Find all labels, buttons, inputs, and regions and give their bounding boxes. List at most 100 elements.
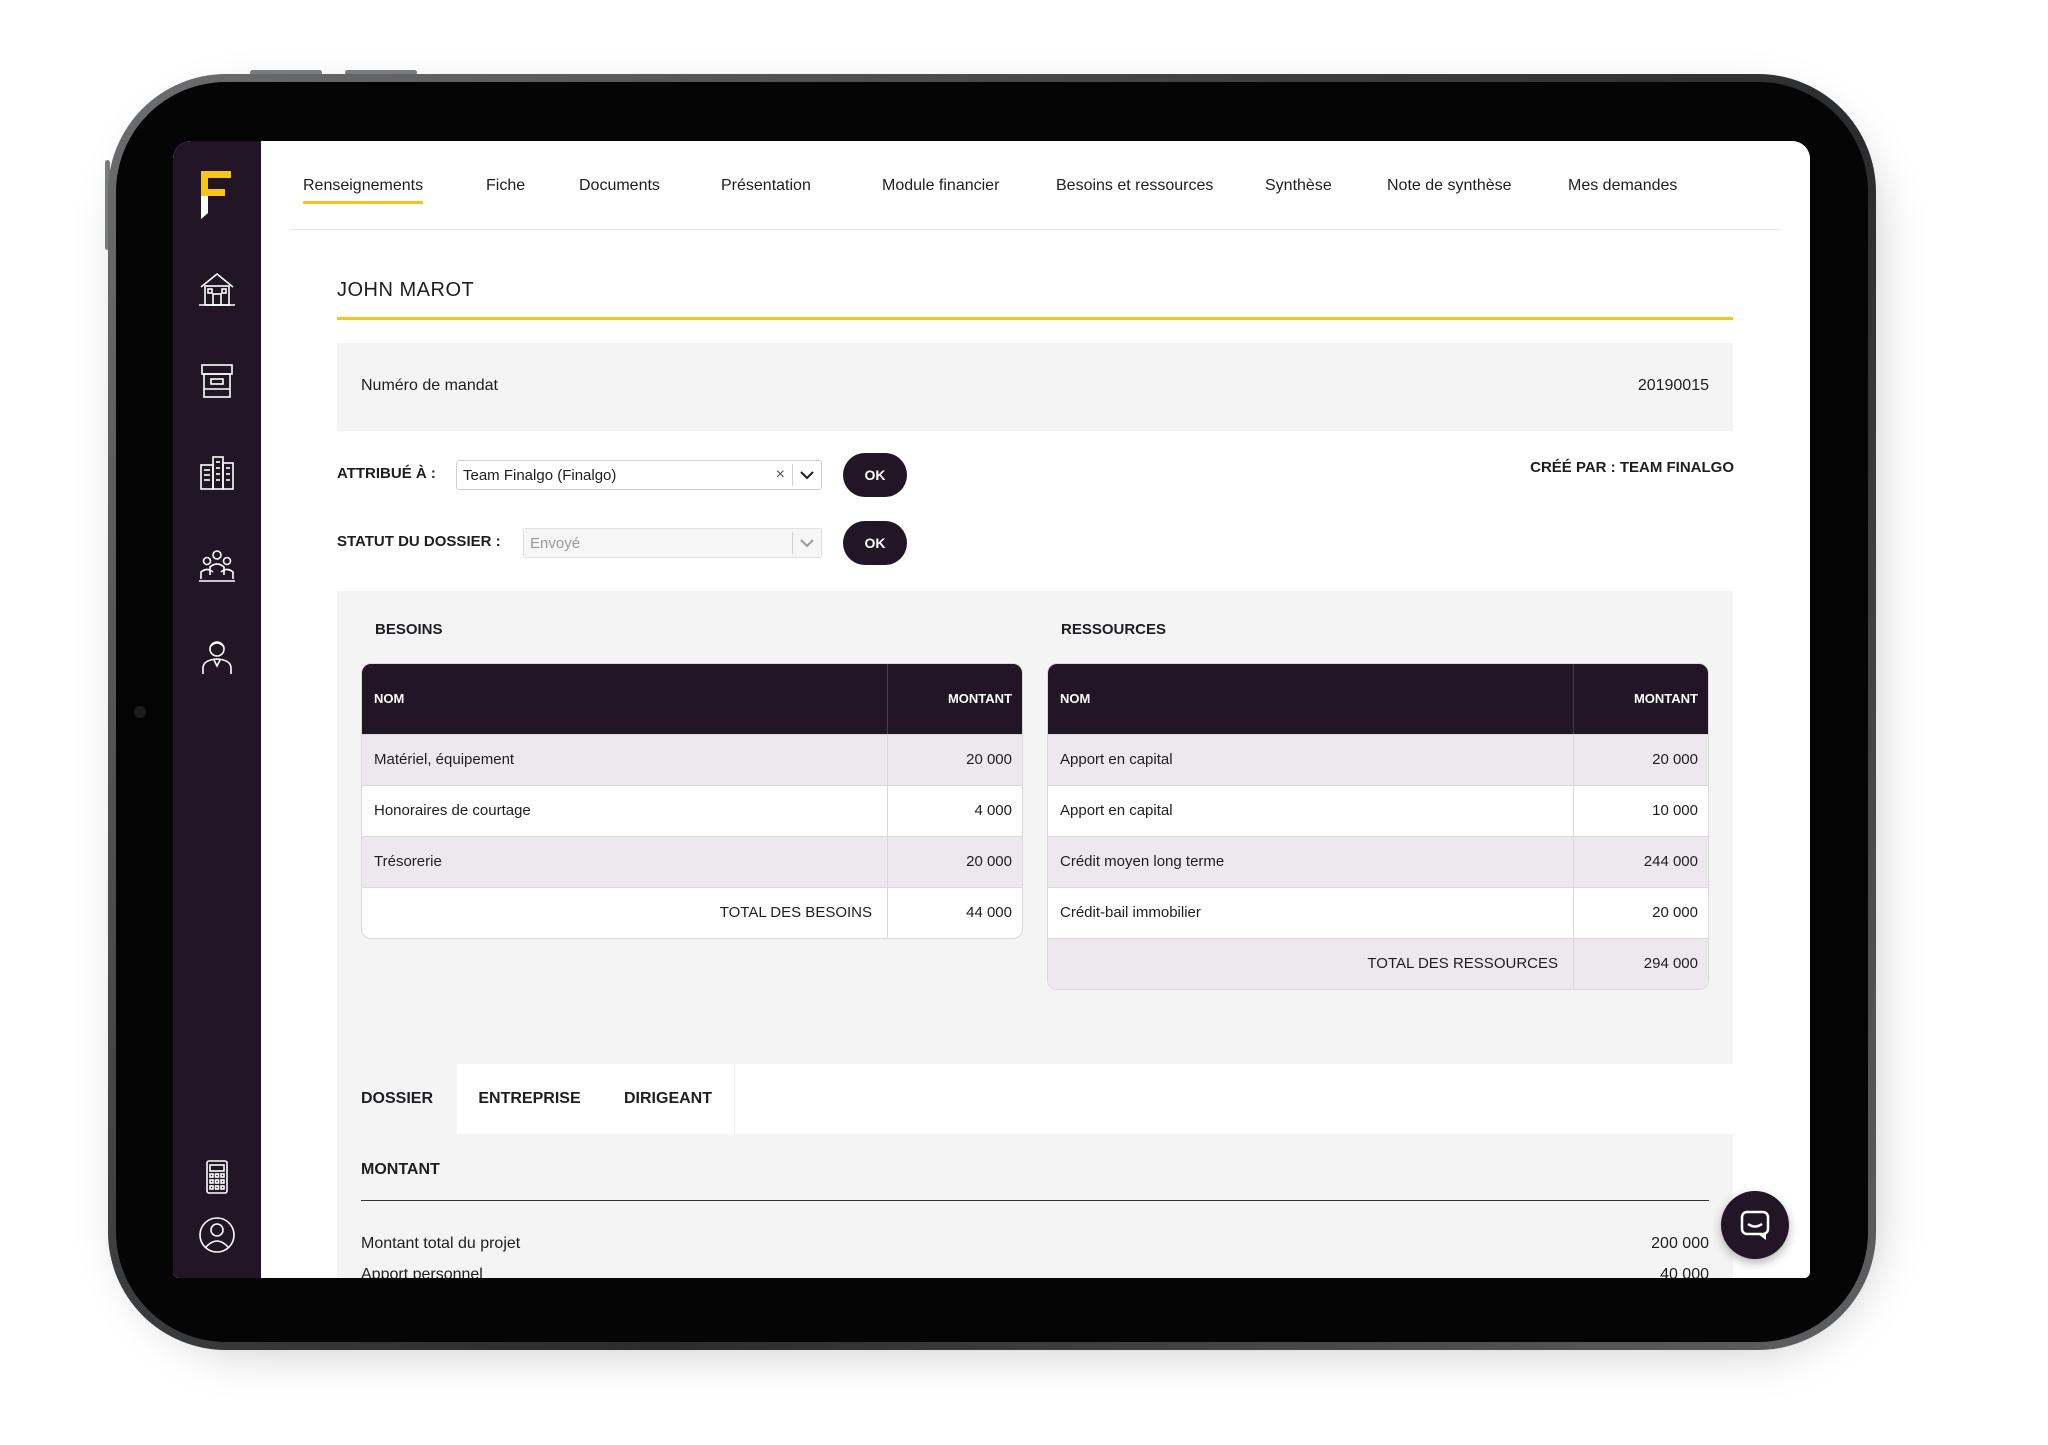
table-row[interactable]: Crédit moyen long terme 244 000	[1048, 836, 1708, 887]
col-nom: NOM	[374, 691, 405, 706]
besoins-title: BESOINS	[375, 621, 443, 638]
tab-dirigeant[interactable]: DIRIGEANT	[602, 1064, 735, 1134]
montant-row-label: Apport personnel	[361, 1266, 483, 1278]
buildings-icon[interactable]	[195, 451, 239, 495]
status-select[interactable]: Envoyé	[523, 528, 822, 558]
tab-module-financier[interactable]: Module financier	[882, 177, 999, 201]
tab-renseignements[interactable]: Renseignements	[303, 177, 424, 204]
detail-tabs: DOSSIER ENTREPRISE DIRIGEANT	[337, 1064, 1733, 1134]
total-value: 294 000	[1643, 955, 1698, 972]
col-separator	[1573, 735, 1574, 785]
assigned-to-label: ATTRIBUÉ À :	[337, 465, 436, 482]
montant-row-value: 200 000	[1651, 1235, 1709, 1252]
table-row[interactable]: Matériel, équipement 20 000	[362, 734, 1022, 785]
title-underline	[337, 317, 1733, 320]
col-separator	[1573, 888, 1574, 938]
col-separator	[887, 888, 888, 938]
table-row[interactable]: Apport en capital 10 000	[1048, 785, 1708, 836]
assigned-to-select[interactable]: Team Finalgo (Finalgo) ×	[456, 460, 822, 490]
montant-heading: MONTANT	[361, 1161, 440, 1178]
table-total-row: TOTAL DES RESSOURCES 294 000	[1048, 938, 1708, 989]
status-ok-button[interactable]: OK	[843, 521, 907, 565]
calculator-icon[interactable]	[195, 1155, 239, 1199]
select-divider	[792, 464, 793, 486]
row-name: Crédit-bail immobilier	[1060, 904, 1201, 921]
tab-dossier[interactable]: DOSSIER	[337, 1064, 457, 1134]
user-account-icon[interactable]	[195, 1213, 239, 1257]
tab-mes-demandes[interactable]: Mes demandes	[1568, 177, 1677, 201]
chevron-down-icon[interactable]	[799, 467, 815, 483]
total-value: 44 000	[966, 904, 1012, 921]
status-placeholder: Envoyé	[530, 535, 581, 552]
assign-ok-button[interactable]: OK	[843, 453, 907, 497]
tab-documents[interactable]: Documents	[579, 177, 660, 201]
row-amount: 244 000	[1643, 853, 1698, 870]
table-header: NOM MONTANT	[362, 664, 1022, 734]
row-name: Apport en capital	[1060, 751, 1173, 768]
col-separator	[1573, 664, 1574, 734]
created-by: CRÉÉ PAR : TEAM FINALGO	[1530, 459, 1734, 476]
table-header: NOM MONTANT	[1048, 664, 1708, 734]
person-icon[interactable]	[195, 635, 239, 679]
table-row[interactable]: Trésorerie 20 000	[362, 836, 1022, 887]
col-separator	[887, 735, 888, 785]
mandat-row: Numéro de mandat 20190015	[337, 343, 1733, 431]
total-label: TOTAL DES RESSOURCES	[1367, 955, 1558, 972]
row-name: Trésorerie	[374, 853, 442, 870]
home-icon[interactable]	[195, 267, 239, 311]
row-name: Honoraires de courtage	[374, 802, 531, 819]
montant-section: MONTANT Montant total du projet 200 000 …	[337, 1134, 1733, 1278]
top-navigation: Renseignements Fiche Documents Présentat…	[291, 141, 1780, 230]
col-separator	[887, 664, 888, 734]
sidebar	[173, 141, 261, 1278]
col-separator	[887, 837, 888, 887]
team-icon[interactable]	[195, 543, 239, 587]
total-label: TOTAL DES BESOINS	[719, 904, 872, 921]
clear-icon[interactable]: ×	[776, 466, 785, 484]
page-title: JOHN MAROT	[337, 279, 475, 301]
section-divider	[361, 1200, 1709, 1201]
row-amount: 20 000	[966, 751, 1012, 768]
col-separator	[1573, 786, 1574, 836]
row-amount: 20 000	[1652, 904, 1698, 921]
main-content: Renseignements Fiche Documents Présentat…	[261, 141, 1810, 1278]
col-separator	[887, 786, 888, 836]
archive-box-icon[interactable]	[195, 359, 239, 403]
montant-row-label: Montant total du projet	[361, 1235, 521, 1252]
status-label: STATUT DU DOSSIER :	[337, 533, 501, 550]
tab-besoins-et-ressources[interactable]: Besoins et ressources	[1056, 177, 1213, 201]
col-nom: NOM	[1060, 691, 1091, 706]
chat-icon	[1740, 1210, 1770, 1240]
row-amount: 10 000	[1652, 802, 1698, 819]
tab-note-de-synthese[interactable]: Note de synthèse	[1387, 177, 1512, 201]
row-amount: 20 000	[1652, 751, 1698, 768]
table-row[interactable]: Honoraires de courtage 4 000	[362, 785, 1022, 836]
tab-fiche[interactable]: Fiche	[486, 177, 525, 201]
table-row[interactable]: Apport en capital 20 000	[1048, 734, 1708, 785]
row-name: Crédit moyen long terme	[1060, 853, 1225, 870]
tab-entreprise[interactable]: ENTREPRISE	[457, 1064, 603, 1134]
mandat-value: 20190015	[1637, 377, 1709, 394]
select-divider	[792, 532, 793, 554]
table-row[interactable]: Crédit-bail immobilier 20 000	[1048, 887, 1708, 938]
ressources-title: RESSOURCES	[1061, 621, 1167, 638]
finalgo-logo-icon[interactable]	[199, 169, 233, 221]
row-amount: 20 000	[966, 853, 1012, 870]
col-montant: MONTANT	[947, 691, 1012, 706]
row-amount: 4 000	[974, 802, 1012, 819]
col-separator	[1573, 939, 1574, 989]
front-camera	[134, 706, 146, 718]
besoins-table: NOM MONTANT Matériel, équipement 20 000 …	[361, 663, 1023, 939]
ressources-table: NOM MONTANT Apport en capital 20 000 App…	[1047, 663, 1709, 990]
tab-synthese[interactable]: Synthèse	[1265, 177, 1332, 201]
besoins-ressources-panel: BESOINS RESSOURCES NOM MONTANT Matériel,…	[337, 591, 1733, 1064]
app-screen: Renseignements Fiche Documents Présentat…	[173, 141, 1810, 1278]
mandat-label: Numéro de mandat	[361, 377, 498, 394]
row-name: Apport en capital	[1060, 802, 1173, 819]
col-separator	[1573, 837, 1574, 887]
assigned-to-value: Team Finalgo (Finalgo)	[463, 467, 617, 484]
chat-button[interactable]	[1721, 1191, 1789, 1259]
tab-presentation[interactable]: Présentation	[721, 177, 811, 201]
montant-row-value: 40 000	[1660, 1266, 1709, 1278]
chevron-down-icon[interactable]	[799, 535, 815, 551]
